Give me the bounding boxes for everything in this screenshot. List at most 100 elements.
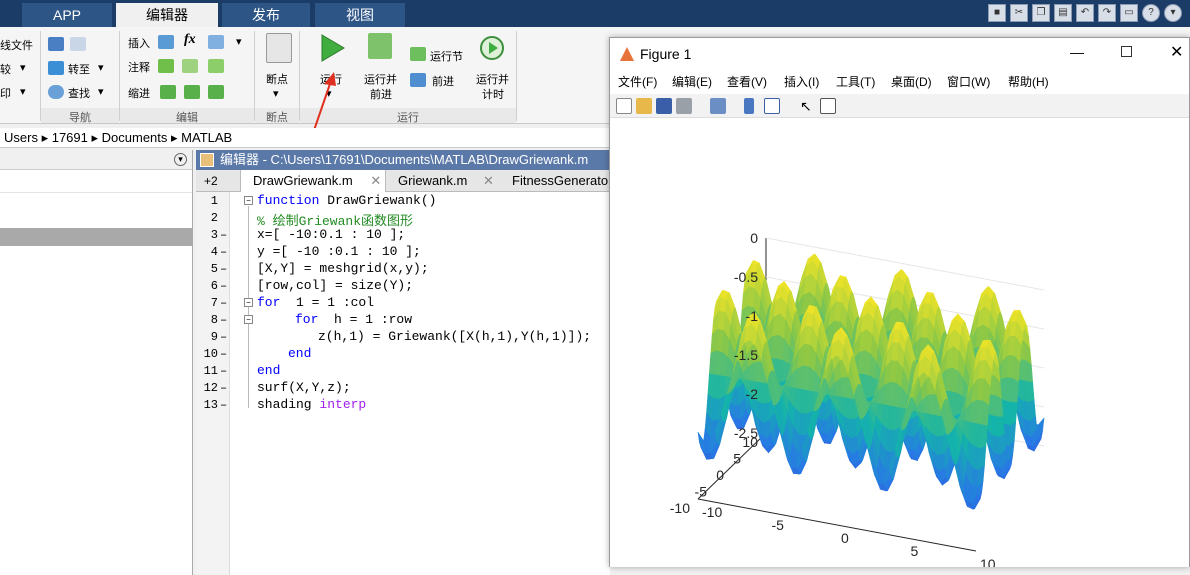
menu-help[interactable]: 帮助(H) bbox=[1008, 73, 1049, 90]
menu-view[interactable]: 查看(V) bbox=[727, 73, 767, 90]
fold-toggle-icon[interactable]: − bbox=[244, 196, 253, 205]
insert-function-icon[interactable] bbox=[208, 35, 224, 49]
find-button[interactable]: 查找 bbox=[68, 85, 90, 101]
surface-plot[interactable]: 0-0.5-1-1.5-2-2.51050-5-10 -10-50510 bbox=[610, 119, 1189, 572]
menu-insert[interactable]: 插入(I) bbox=[784, 73, 819, 90]
indent-button[interactable]: 缩进 bbox=[128, 85, 150, 101]
executable-line-marker[interactable]: – bbox=[220, 245, 227, 259]
pointer-icon[interactable]: ↖ bbox=[800, 98, 816, 114]
run-and-time-label[interactable]: 运行并 bbox=[476, 71, 509, 87]
colorbar-icon[interactable] bbox=[744, 98, 754, 114]
menu-tools[interactable]: 工具(T) bbox=[836, 73, 875, 90]
executable-line-marker[interactable]: – bbox=[220, 347, 227, 361]
chevron-down-icon[interactable]: ▾ bbox=[20, 61, 26, 74]
ribbon-file-item[interactable]: 线文件 bbox=[0, 37, 33, 53]
chevron-down-icon[interactable]: ▾ bbox=[273, 87, 279, 100]
tab-view[interactable]: 视图 bbox=[315, 3, 405, 27]
executable-line-marker[interactable]: – bbox=[220, 296, 227, 310]
wrap-comment-icon[interactable] bbox=[208, 59, 224, 73]
chevron-down-icon[interactable]: ▾ bbox=[98, 85, 104, 98]
fold-toggle-icon[interactable]: − bbox=[244, 315, 253, 324]
ribbon-print-item[interactable]: 印 bbox=[0, 85, 11, 101]
close-icon[interactable]: ✕ bbox=[370, 173, 381, 188]
tab-fitnessgenerator[interactable]: FitnessGenerato bbox=[500, 170, 610, 192]
comment-button[interactable]: 注释 bbox=[128, 59, 150, 75]
property-inspector-icon[interactable] bbox=[820, 98, 836, 114]
decrease-indent-icon[interactable] bbox=[208, 85, 224, 99]
advance-button[interactable]: 前进 bbox=[432, 73, 454, 89]
help-icon[interactable]: ? bbox=[1142, 4, 1160, 22]
run-and-advance-icon[interactable] bbox=[368, 33, 392, 59]
undo-icon[interactable]: ↶ bbox=[1076, 4, 1094, 22]
tab-publish[interactable]: 发布 bbox=[222, 3, 310, 27]
figure-title-bar[interactable]: Figure 1 — ✕ bbox=[610, 38, 1189, 70]
run-and-time-icon[interactable] bbox=[478, 33, 506, 63]
fx-icon[interactable]: fx bbox=[184, 32, 196, 48]
fold-toggle-icon[interactable]: − bbox=[244, 298, 253, 307]
current-folder-breadcrumb[interactable]: Users ▸ 17691 ▸ Documents ▸ MATLAB bbox=[0, 128, 612, 148]
save-icon[interactable] bbox=[656, 98, 672, 114]
print-icon[interactable] bbox=[676, 98, 692, 114]
close-icon[interactable]: ✕ bbox=[483, 173, 494, 188]
tab-app[interactable]: APP bbox=[22, 3, 112, 27]
smart-indent-icon[interactable] bbox=[160, 85, 176, 99]
breakpoints-button[interactable]: 断点 bbox=[266, 71, 288, 87]
open-folder-icon[interactable] bbox=[636, 98, 652, 114]
switch-windows-icon[interactable]: ▭ bbox=[1120, 4, 1138, 22]
menu-file[interactable]: 文件(F) bbox=[618, 73, 657, 90]
menu-edit[interactable]: 编辑(E) bbox=[672, 73, 712, 90]
tab-drawgriewank[interactable]: DrawGriewank.m ✕ bbox=[240, 170, 386, 192]
uncomment-icon[interactable] bbox=[182, 59, 198, 73]
run-and-advance-label-2[interactable]: 前进 bbox=[370, 86, 392, 102]
run-and-advance-label[interactable]: 运行并 bbox=[364, 71, 397, 87]
tab-editor[interactable]: 编辑器 bbox=[116, 3, 218, 27]
breakpoint-icon[interactable] bbox=[266, 33, 292, 63]
executable-line-marker[interactable]: – bbox=[220, 262, 227, 276]
figure-window[interactable]: Figure 1 — ✕ 文件(F) 编辑(E) 查看(V) 插入(I) 工具(… bbox=[609, 37, 1190, 572]
maximize-icon[interactable] bbox=[1121, 46, 1132, 57]
close-icon[interactable]: ✕ bbox=[1170, 42, 1183, 62]
legend-icon[interactable] bbox=[764, 98, 780, 114]
goto-button[interactable]: 转至 bbox=[68, 61, 90, 77]
new-figure-icon[interactable] bbox=[616, 98, 632, 114]
plot-axes[interactable]: 0 -0.5 -1 -1.5 -2 -2.5 10 5 0 -5 -10 -10 -5 0 5 10 bbox=[610, 119, 1189, 572]
run-icon[interactable] bbox=[318, 33, 346, 63]
forward-arrow-icon[interactable] bbox=[70, 37, 86, 51]
breadcrumb-item[interactable]: MATLAB bbox=[181, 130, 232, 145]
insert-icon[interactable] bbox=[158, 35, 174, 49]
link-plot-icon[interactable] bbox=[710, 98, 726, 114]
insert-button[interactable]: 插入 bbox=[128, 35, 150, 51]
paste-icon[interactable]: ▤ bbox=[1054, 4, 1072, 22]
chevron-down-icon[interactable]: ▾ bbox=[1164, 4, 1182, 22]
minimize-icon[interactable]: — bbox=[1070, 44, 1084, 60]
menu-desktop[interactable]: 桌面(D) bbox=[891, 73, 932, 90]
advance-icon[interactable] bbox=[410, 73, 426, 87]
executable-line-marker[interactable]: – bbox=[220, 381, 227, 395]
breadcrumb-item[interactable]: Documents bbox=[102, 130, 168, 145]
menu-window[interactable]: 窗口(W) bbox=[947, 73, 990, 90]
copy-icon[interactable]: ❐ bbox=[1032, 4, 1050, 22]
chevron-down-icon[interactable]: ▾ bbox=[98, 61, 104, 74]
goto-icon[interactable] bbox=[48, 61, 64, 75]
search-icon[interactable] bbox=[48, 85, 64, 99]
run-and-time-label-2[interactable]: 计时 bbox=[482, 86, 504, 102]
tab-griewank[interactable]: Griewank.m ✕ bbox=[386, 170, 500, 192]
code-editor[interactable]: − − − function DrawGriewank() % 绘制Griewa… bbox=[230, 192, 610, 575]
chevron-down-icon[interactable]: ▾ bbox=[236, 35, 242, 48]
increase-indent-icon[interactable] bbox=[184, 85, 200, 99]
redo-icon[interactable]: ↷ bbox=[1098, 4, 1116, 22]
ribbon-compare-item[interactable]: 较 bbox=[0, 61, 11, 77]
executable-line-marker[interactable]: – bbox=[220, 279, 227, 293]
comment-icon[interactable] bbox=[158, 59, 174, 73]
save-icon[interactable]: ■ bbox=[988, 4, 1006, 22]
selected-row[interactable] bbox=[0, 228, 192, 246]
breadcrumb-item[interactable]: 17691 bbox=[52, 130, 88, 145]
cut-icon[interactable]: ✂ bbox=[1010, 4, 1028, 22]
breadcrumb-item[interactable]: Users bbox=[4, 130, 38, 145]
executable-line-marker[interactable]: – bbox=[220, 364, 227, 378]
back-arrow-icon[interactable] bbox=[48, 37, 64, 51]
executable-line-marker[interactable]: – bbox=[220, 330, 227, 344]
run-section-button[interactable]: 运行节 bbox=[430, 48, 463, 64]
tab-overflow-count[interactable]: +2 bbox=[196, 170, 232, 192]
chevron-down-icon[interactable]: ▾ bbox=[20, 85, 26, 98]
